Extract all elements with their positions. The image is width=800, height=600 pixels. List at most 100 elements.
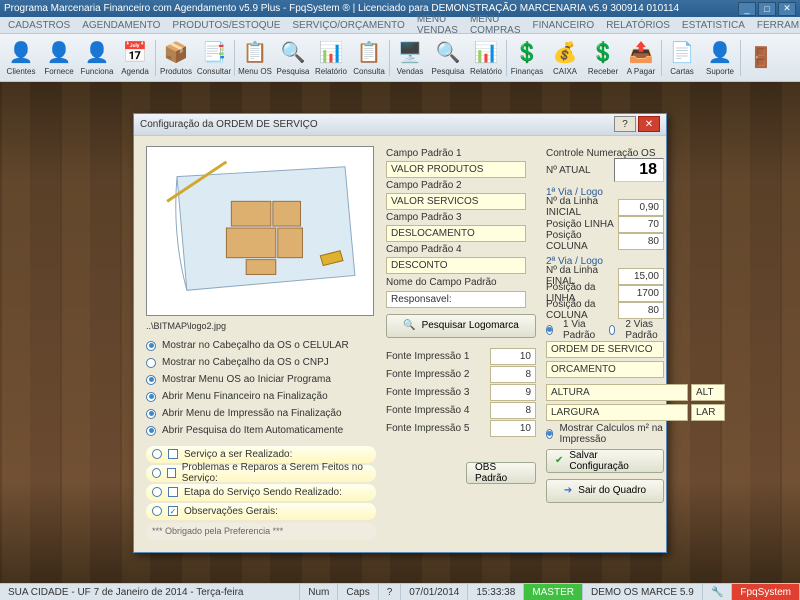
exit-icon: ➔	[564, 485, 572, 496]
thanks-message: *** Obrigado pela Preferencia ***	[146, 523, 376, 540]
menu-produtosestoque[interactable]: PRODUTOS/ESTOQUE	[172, 20, 280, 31]
width-value-input[interactable]	[691, 404, 725, 421]
menu-estatistica[interactable]: ESTATISTICA	[682, 20, 745, 31]
menu-financeiro[interactable]: FINANCEIRO	[533, 20, 595, 31]
toolbar-funciona[interactable]: 👤Funciona	[78, 36, 116, 80]
width-label-input[interactable]	[546, 404, 688, 421]
header-opt-0-radio[interactable]	[146, 341, 156, 351]
default-field-3-input[interactable]	[386, 225, 526, 242]
default-field-2-input[interactable]	[386, 193, 526, 210]
save-config-button[interactable]: ✔Salvar Configuração	[546, 449, 664, 473]
height-value-input[interactable]	[691, 384, 725, 401]
toolbar-caixa[interactable]: 💰CAIXA	[546, 36, 584, 80]
font-size-2-input[interactable]	[490, 366, 536, 383]
pesquisa-icon: 🔍	[434, 40, 462, 66]
clientes-icon: 👤	[7, 40, 35, 66]
via2-2-input[interactable]	[618, 302, 664, 319]
section-1-radio[interactable]	[152, 468, 161, 478]
via1-2-input[interactable]	[618, 233, 664, 250]
status-num: Num	[300, 584, 338, 600]
section-2-checkbox[interactable]	[168, 487, 178, 497]
via1-0-input[interactable]	[618, 199, 664, 216]
toolbar-menu os[interactable]: 📋Menu OS	[236, 36, 274, 80]
search-logo-button[interactable]: 🔍 Pesquisar Logomarca	[386, 314, 536, 338]
toolbar-fornece[interactable]: 👤Fornece	[40, 36, 78, 80]
maximize-button[interactable]: □	[758, 2, 776, 16]
exit-button[interactable]: ➔Sair do Quadro	[546, 479, 664, 503]
font-size-5-input[interactable]	[490, 420, 536, 437]
check-icon: ✔	[555, 455, 563, 466]
toolbar-a pagar[interactable]: 📤A Pagar	[622, 36, 660, 80]
responsavel-input[interactable]	[386, 291, 526, 308]
section-1-checkbox[interactable]	[167, 468, 176, 478]
produtos-icon: 📦	[162, 40, 190, 66]
toolbar-receber[interactable]: 💲Receber	[584, 36, 622, 80]
toolbar-vendas[interactable]: 🖥️Vendas	[391, 36, 429, 80]
header-opt-4-radio[interactable]	[146, 409, 156, 419]
font-size-4-input[interactable]	[490, 402, 536, 419]
toolbar-pesquisa[interactable]: 🔍Pesquisa	[274, 36, 312, 80]
toolbar-consulta[interactable]: 📋Consulta	[350, 36, 388, 80]
section-3-radio[interactable]	[152, 506, 162, 516]
font-size-1-input[interactable]	[490, 348, 536, 365]
menu-cadastros[interactable]: CADASTROS	[8, 20, 70, 31]
doc-type2-input[interactable]	[546, 361, 664, 378]
toolbar-agenda[interactable]: 📅Agenda	[116, 36, 154, 80]
search-icon: 🔍	[403, 320, 415, 331]
toolbar-produtos[interactable]: 📦Produtos	[157, 36, 195, 80]
field-name-label: Nome do Campo Padrão	[386, 275, 536, 290]
app-title: Programa Marcenaria Financeiro com Agend…	[4, 3, 679, 14]
service-order-config-dialog: Configuração da ORDEM DE SERVIÇO ? ✕	[133, 113, 667, 553]
via2-0-input[interactable]	[618, 268, 664, 285]
dialog-title: Configuração da ORDEM DE SERVIÇO	[140, 119, 318, 130]
toolbar-suporte[interactable]: 👤Suporte	[701, 36, 739, 80]
dialog-help-button[interactable]: ?	[614, 116, 636, 132]
default-field-4-input[interactable]	[386, 257, 526, 274]
section-0-radio[interactable]	[152, 449, 162, 459]
doc-type1-input[interactable]	[546, 341, 664, 358]
header-opt-2-radio[interactable]	[146, 375, 156, 385]
status-demo: DEMO OS MARCE 5.9	[583, 584, 703, 600]
dialog-close-button[interactable]: ✕	[638, 116, 660, 132]
header-opt-1-radio[interactable]	[146, 358, 156, 368]
minimize-button[interactable]: _	[738, 2, 756, 16]
default-field-1-input[interactable]	[386, 161, 526, 178]
menu-ferramentas[interactable]: FERRAMENTAS	[757, 20, 800, 31]
via1-radio[interactable]	[546, 325, 553, 335]
obs-default-button[interactable]: OBS Padrão	[466, 462, 536, 484]
current-number-input[interactable]	[614, 158, 664, 182]
font-size-3-input[interactable]	[490, 384, 536, 401]
toolbar-pesquisa[interactable]: 🔍Pesquisa	[429, 36, 467, 80]
close-button[interactable]: ✕	[778, 2, 796, 16]
fornece-icon: 👤	[45, 40, 73, 66]
toolbar-clientes[interactable]: 👤Clientes	[2, 36, 40, 80]
status-caps: Caps	[338, 584, 378, 600]
menu-menuvendas[interactable]: MENU VENDAS	[417, 14, 458, 36]
toolbar-relatório[interactable]: 📊Relatório	[467, 36, 505, 80]
menu-relatrios[interactable]: RELATÓRIOS	[606, 20, 670, 31]
toolbar-cartas[interactable]: 📄Cartas	[663, 36, 701, 80]
menu-menucompras[interactable]: MENU COMPRAS	[470, 14, 521, 36]
agenda-icon: 📅	[121, 40, 149, 66]
section-2-radio[interactable]	[152, 487, 162, 497]
via1-1-input[interactable]	[618, 216, 664, 233]
toolbar-consultar[interactable]: 📑Consultar	[195, 36, 233, 80]
menu-serviooramento[interactable]: SERVIÇO/ORÇAMENTO	[292, 20, 404, 31]
via2-radio[interactable]	[609, 325, 616, 335]
toolbar-exit[interactable]: 🚪	[742, 36, 780, 80]
section-0-checkbox[interactable]	[168, 449, 178, 459]
a pagar-icon: 📤	[627, 40, 655, 66]
status-tool[interactable]: 🔧	[703, 584, 732, 600]
toolbar-relatório[interactable]: 📊Relatório	[312, 36, 350, 80]
menu-agendamento[interactable]: AGENDAMENTO	[82, 20, 160, 31]
header-opt-3-radio[interactable]	[146, 392, 156, 402]
pesquisa-icon: 🔍	[279, 40, 307, 66]
via2-1-input[interactable]	[618, 285, 664, 302]
height-label-input[interactable]	[546, 384, 688, 401]
toolbar-finanças[interactable]: 💲Finanças	[508, 36, 546, 80]
header-opt-5-radio[interactable]	[146, 426, 156, 436]
current-number-label: Nº ATUAL	[546, 165, 614, 176]
show-calc-radio[interactable]	[546, 429, 553, 439]
status-help[interactable]: ?	[379, 584, 402, 600]
section-3-checkbox[interactable]	[168, 506, 178, 516]
